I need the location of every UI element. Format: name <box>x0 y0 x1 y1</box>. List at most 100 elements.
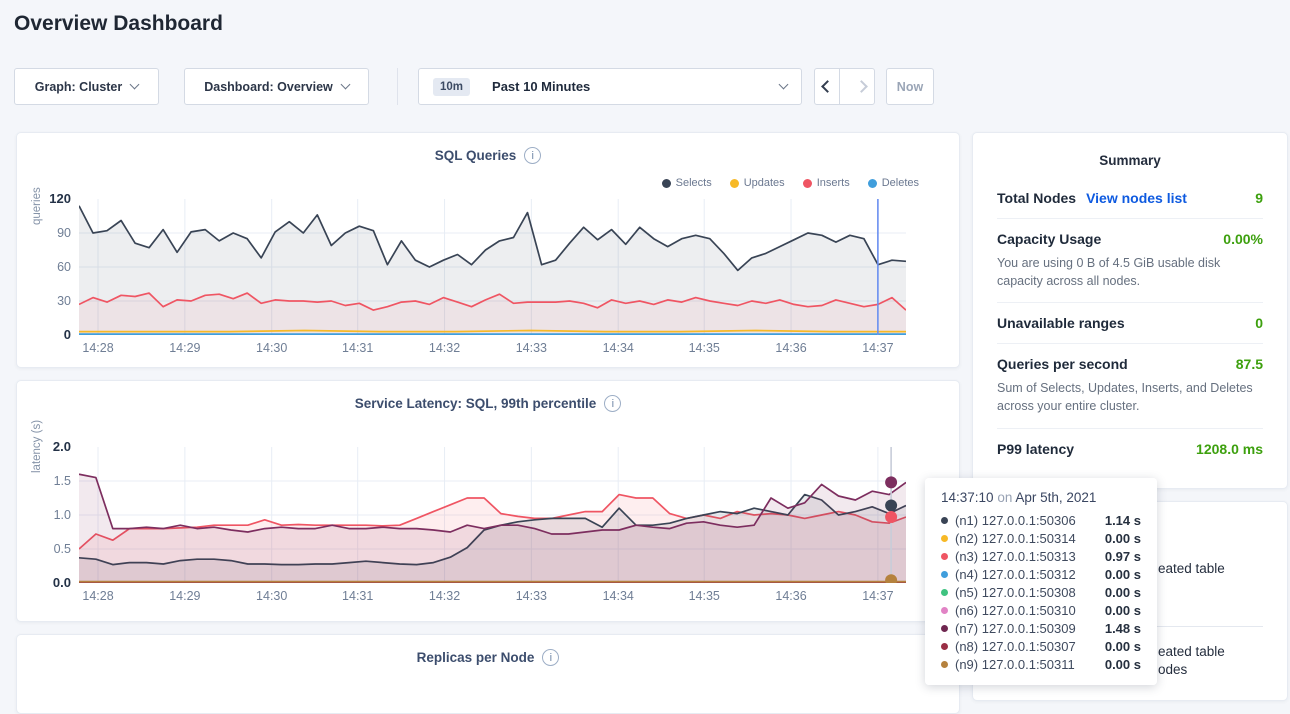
y-tick-label: 1.0 <box>27 507 71 523</box>
time-range-selector[interactable]: 10m Past 10 Minutes <box>418 68 802 105</box>
x-tick-label: 14:34 <box>586 341 650 355</box>
legend-item[interactable]: Selects <box>662 177 712 189</box>
tooltip-connector: on <box>997 490 1012 505</box>
prev-range-button[interactable] <box>815 69 840 104</box>
x-tick-label: 14:37 <box>846 589 910 603</box>
summary-label: P99 latency <box>997 441 1074 457</box>
summary-row-p99-latency: P99 latency 1208.0 ms <box>997 428 1263 469</box>
node-latency-value: 1.14 s <box>1105 513 1141 528</box>
node-address: (n7) 127.0.0.1:50309 <box>955 621 1076 636</box>
tooltip-row: (n2) 127.0.0.1:50314 0.00 s <box>941 529 1141 547</box>
x-tick-label: 14:34 <box>586 589 650 603</box>
x-tick-label: 14:36 <box>759 589 823 603</box>
chevron-down-icon <box>130 80 140 90</box>
node-address: (n4) 127.0.0.1:50312 <box>955 567 1076 582</box>
y-tick-label: 60 <box>27 259 71 275</box>
summary-label: Unavailable ranges <box>997 315 1125 331</box>
view-nodes-list-link[interactable]: View nodes list <box>1086 190 1187 206</box>
summary-label: Total Nodes <box>997 190 1076 206</box>
node-latency-value: 0.00 s <box>1105 585 1141 600</box>
x-tick-label: 14:37 <box>846 341 910 355</box>
event-text-fragment: eated table <box>1158 561 1225 576</box>
x-tick-label: 14:31 <box>326 341 390 355</box>
node-color-dot-icon <box>941 589 948 596</box>
y-tick-label: 0.5 <box>27 541 71 557</box>
graph-dropdown[interactable]: Graph: Cluster <box>14 68 159 105</box>
legend-label: Selects <box>676 177 712 189</box>
tooltip-row: (n9) 127.0.0.1:50311 0.00 s <box>941 655 1141 673</box>
service-latency-plot-area[interactable]: 0.00.51.01.52.014:2814:2914:3014:3114:32… <box>27 447 932 617</box>
chevron-down-icon <box>340 80 350 90</box>
summary-row-queries-per-second: Queries per second 87.5 Sum of Selects, … <box>997 343 1263 427</box>
x-tick-label: 14:29 <box>153 341 217 355</box>
chart-legend: Selects Updates Inserts Deletes <box>662 177 919 189</box>
now-button[interactable]: Now <box>886 68 934 105</box>
summary-label: Queries per second <box>997 356 1128 372</box>
node-latency-value: 0.00 s <box>1105 657 1141 672</box>
legend-dot-icon <box>803 179 812 188</box>
legend-item[interactable]: Deletes <box>868 177 919 189</box>
summary-value: 9 <box>1255 190 1263 206</box>
replicas-per-node-chart-card: Replicas per Node i <box>16 634 960 714</box>
node-latency-value: 0.00 s <box>1105 567 1141 582</box>
info-icon[interactable]: i <box>604 395 621 412</box>
hover-point <box>885 499 897 511</box>
page-title: Overview Dashboard <box>14 12 223 36</box>
x-tick-label: 14:30 <box>240 589 304 603</box>
x-tick-label: 14:31 <box>326 589 390 603</box>
tooltip-time: 14:37:10 <box>941 490 994 505</box>
chevron-right-icon <box>855 80 868 93</box>
node-address: (n9) 127.0.0.1:50311 <box>955 657 1075 672</box>
plot-canvas[interactable] <box>79 199 906 335</box>
summary-label: Capacity Usage <box>997 231 1101 247</box>
hover-point <box>885 511 897 523</box>
node-address: (n2) 127.0.0.1:50314 <box>955 531 1076 546</box>
sql-queries-plot-area[interactable]: 030609012014:2814:2914:3014:3114:3214:33… <box>27 199 932 369</box>
chart-title-replicas-per-node: Replicas per Node <box>417 650 535 665</box>
node-color-dot-icon <box>941 535 948 542</box>
legend-item[interactable]: Inserts <box>803 177 850 189</box>
summary-value: 1208.0 ms <box>1196 441 1263 457</box>
tooltip-row: (n7) 127.0.0.1:50309 1.48 s <box>941 619 1141 637</box>
chart-hover-tooltip: 14:37:10 on Apr 5th, 2021 (n1) 127.0.0.1… <box>925 478 1157 685</box>
info-icon[interactable]: i <box>524 147 541 164</box>
y-tick-label: 30 <box>27 293 71 309</box>
y-tick-label: 120 <box>27 191 71 207</box>
node-latency-value: 1.48 s <box>1105 621 1141 636</box>
time-nav-group <box>814 68 875 105</box>
legend-dot-icon <box>730 179 739 188</box>
dashboard-dropdown[interactable]: Dashboard: Overview <box>184 68 369 105</box>
info-icon[interactable]: i <box>542 649 559 666</box>
node-address: (n1) 127.0.0.1:50306 <box>955 513 1076 528</box>
y-tick-label: 0 <box>27 327 71 343</box>
tooltip-row: (n5) 127.0.0.1:50308 0.00 s <box>941 583 1141 601</box>
summary-description: You are using 0 B of 4.5 GiB usable disk… <box>997 254 1263 290</box>
x-tick-label: 14:32 <box>413 341 477 355</box>
legend-label: Inserts <box>817 177 850 189</box>
node-color-dot-icon <box>941 553 948 560</box>
x-tick-label: 14:36 <box>759 341 823 355</box>
legend-dot-icon <box>662 179 671 188</box>
summary-panel: Summary Total Nodes View nodes list 9 Ca… <box>972 132 1288 489</box>
node-color-dot-icon <box>941 643 948 650</box>
hover-point <box>885 476 897 488</box>
summary-value: 87.5 <box>1236 356 1263 372</box>
node-color-dot-icon <box>941 517 948 524</box>
legend-item[interactable]: Updates <box>730 177 785 189</box>
tooltip-timestamp: 14:37:10 on Apr 5th, 2021 <box>941 490 1141 505</box>
plot-canvas[interactable] <box>79 447 906 583</box>
summary-row-unavailable-ranges: Unavailable ranges 0 <box>997 302 1263 343</box>
x-tick-label: 14:29 <box>153 589 217 603</box>
node-color-dot-icon <box>941 661 948 668</box>
chart-title-sql-queries: SQL Queries <box>435 148 517 163</box>
summary-title: Summary <box>997 153 1263 168</box>
chevron-down-icon <box>779 80 789 90</box>
node-color-dot-icon <box>941 625 948 632</box>
summary-value: 0 <box>1255 315 1263 331</box>
next-range-button[interactable] <box>849 69 874 104</box>
time-range-badge: 10m <box>433 78 470 96</box>
node-address: (n5) 127.0.0.1:50308 <box>955 585 1076 600</box>
node-latency-value: 0.97 s <box>1105 549 1141 564</box>
tooltip-date: Apr 5th, 2021 <box>1015 490 1096 505</box>
y-tick-label: 0.0 <box>27 575 71 591</box>
